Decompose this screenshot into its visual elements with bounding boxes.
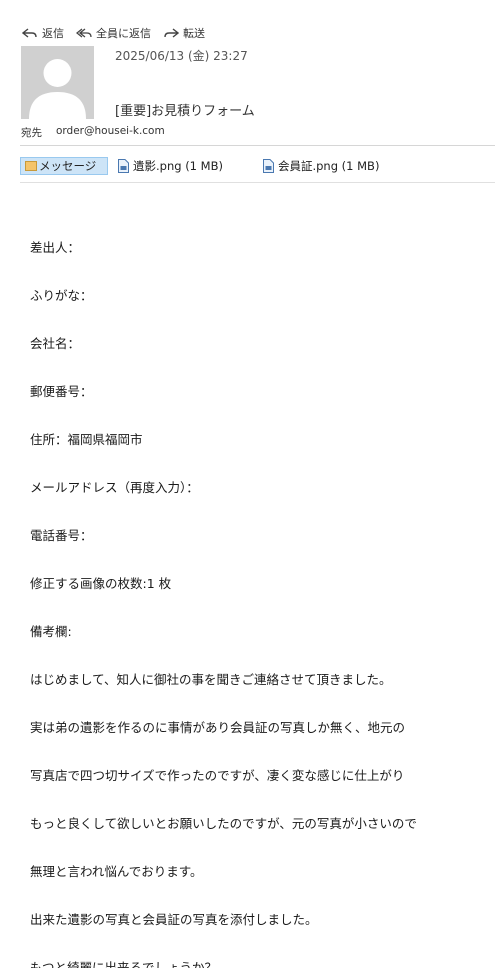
message-date: 2025/06/13 (金) 23:27 [115, 49, 248, 63]
body-line: もつと綺麗に出来るでしょうか？ [30, 960, 218, 968]
body-line: 備考欄: [30, 624, 72, 639]
forward-label: 転送 [183, 27, 205, 40]
file-icon [118, 159, 129, 173]
attachment-item[interactable]: 会員証.png (1 MB) [262, 158, 380, 174]
attachment-bar: メッセージ 遺影.png (1 MB) 会員証.png (1 MB) [20, 156, 379, 176]
forward-icon [164, 28, 179, 38]
attachment-label: 遺影.png (1 MB) [133, 159, 223, 173]
body-line: 実は弟の遺影を作るのに事情があり会員証の写真しか無く、地元の [30, 720, 406, 735]
reply-all-label: 全員に返信 [96, 27, 151, 40]
body-line: メールアドレス（再度入力）： [30, 480, 199, 495]
attachment-label: 会員証.png (1 MB) [277, 159, 380, 173]
forward-button[interactable]: 転送 [163, 25, 205, 41]
message-body: 差出人： ふりがな： 会社名： 郵便番号： 住所：福岡県福岡市 メールアドレス（… [30, 208, 417, 968]
body-line: 無理と言われ悩んでおります。 [30, 864, 203, 879]
message-subject: [重要]お見積りフォーム [115, 104, 255, 119]
body-line: 差出人： [30, 240, 81, 255]
recipient-row: 宛先 order@housei-k.com [21, 125, 165, 140]
reply-label: 返信 [42, 27, 64, 40]
body-line: 写真店で四つ切サイズで作ったのですが、凄く変な感じに仕上がり [30, 768, 405, 783]
file-icon [262, 159, 274, 173]
body-line: 電話番号： [30, 528, 93, 543]
reply-all-icon [76, 28, 92, 38]
body-line: 郵便番号： [30, 384, 93, 399]
body-line: 出来た遺影の写真と会員証の写真を添付しました。 [30, 912, 318, 927]
reply-button[interactable]: 返信 [22, 25, 64, 41]
header-divider [20, 145, 495, 146]
message-toolbar: 返信 全員に返信 転送 [22, 24, 205, 42]
reply-icon [22, 28, 37, 38]
body-line: ふりがな： [30, 288, 93, 303]
body-line: 修正する画像の枚数:1 枚 [30, 576, 172, 591]
attachment-divider [20, 182, 495, 183]
message-tab-label: メッセージ [39, 159, 97, 173]
body-line: はじめまして、知人に御社の事を聞きご連絡させて頂きました。 [30, 672, 392, 687]
sender-avatar [21, 46, 94, 119]
reply-all-button[interactable]: 全員に返信 [76, 25, 151, 41]
to-address[interactable]: order@housei-k.com [56, 125, 165, 140]
message-tab[interactable]: メッセージ [20, 157, 108, 175]
attachment-item[interactable]: 遺影.png (1 MB) [118, 158, 223, 174]
to-label: 宛先 [21, 127, 42, 139]
envelope-icon [25, 161, 37, 171]
body-line: 会社名： [30, 336, 81, 351]
body-line: もっと良くして欲しいとお願いしたのですが、元の写真が小さいので [30, 816, 417, 831]
body-line: 住所：福岡県福岡市 [30, 432, 143, 447]
person-silhouette-icon [21, 46, 94, 119]
